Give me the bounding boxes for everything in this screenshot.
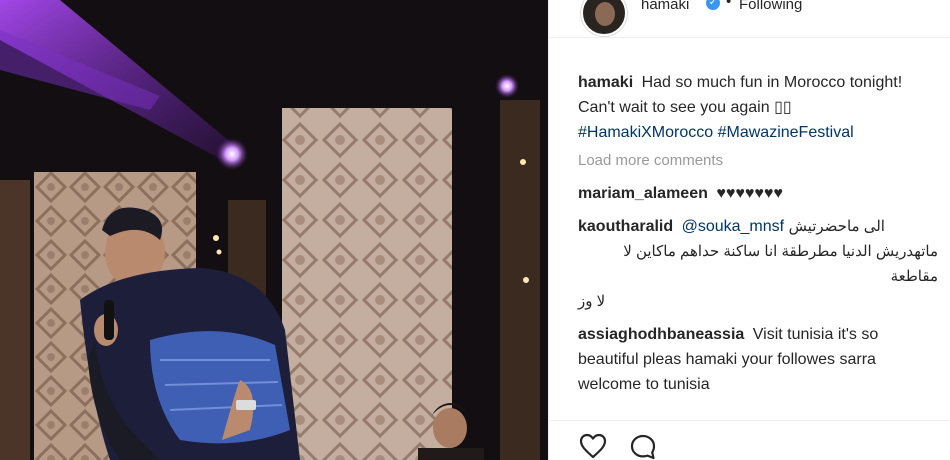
post-sidebar: hamaki ✓ • Following hamaki Had so much … xyxy=(548,0,950,460)
header-username[interactable]: hamaki xyxy=(641,0,689,13)
mention-link[interactable]: @souka_mnsf xyxy=(682,218,785,235)
caption-emoji: ▯▯ xyxy=(774,99,792,116)
comment-username[interactable]: assiaghodhbaneassia xyxy=(578,326,744,343)
caption-username[interactable]: hamaki xyxy=(578,74,633,91)
comment-item: mariam_alameen ♥♥♥♥♥♥♥ xyxy=(578,181,938,206)
comment-text: لا وز xyxy=(578,289,938,314)
hashtag-link[interactable]: #HamakiXMorocco xyxy=(578,124,713,141)
comment-username[interactable]: mariam_alameen xyxy=(578,185,708,202)
post-photo[interactable] xyxy=(0,0,548,460)
comment-text: ماتهدريش الدنيا مطرطقة انا ساكنة حداهم م… xyxy=(623,243,938,285)
load-more-comments-button[interactable]: Load more comments xyxy=(578,151,938,171)
comment-username[interactable]: kaoutharalid xyxy=(578,218,673,235)
heart-icon[interactable] xyxy=(579,433,607,460)
comment-text: الى ماحضرتيش xyxy=(788,218,885,235)
concert-image xyxy=(0,0,548,460)
caption: hamaki Had so much fun in Morocco tonigh… xyxy=(578,70,938,145)
comments-list: hamaki Had so much fun in Morocco tonigh… xyxy=(578,70,938,405)
comment-item: kaoutharalid @souka_mnsf الى ماحضرتيش ما… xyxy=(578,214,938,314)
comment-text: ♥♥♥♥♥♥♥ xyxy=(716,185,783,202)
action-bar xyxy=(549,420,950,460)
post-header: hamaki ✓ • Following xyxy=(549,0,950,38)
comment-icon[interactable] xyxy=(629,433,657,460)
hashtag-link[interactable]: #MawazineFestival xyxy=(718,124,854,141)
comment-text-end: لا وز xyxy=(578,293,606,310)
avatar[interactable] xyxy=(581,0,627,36)
separator-dot: • xyxy=(726,0,732,10)
verified-badge-icon: ✓ xyxy=(706,0,720,10)
comment-item: assiaghodhbaneassia Visit tunisia it's s… xyxy=(578,322,938,397)
follow-status[interactable]: Following xyxy=(739,0,802,13)
